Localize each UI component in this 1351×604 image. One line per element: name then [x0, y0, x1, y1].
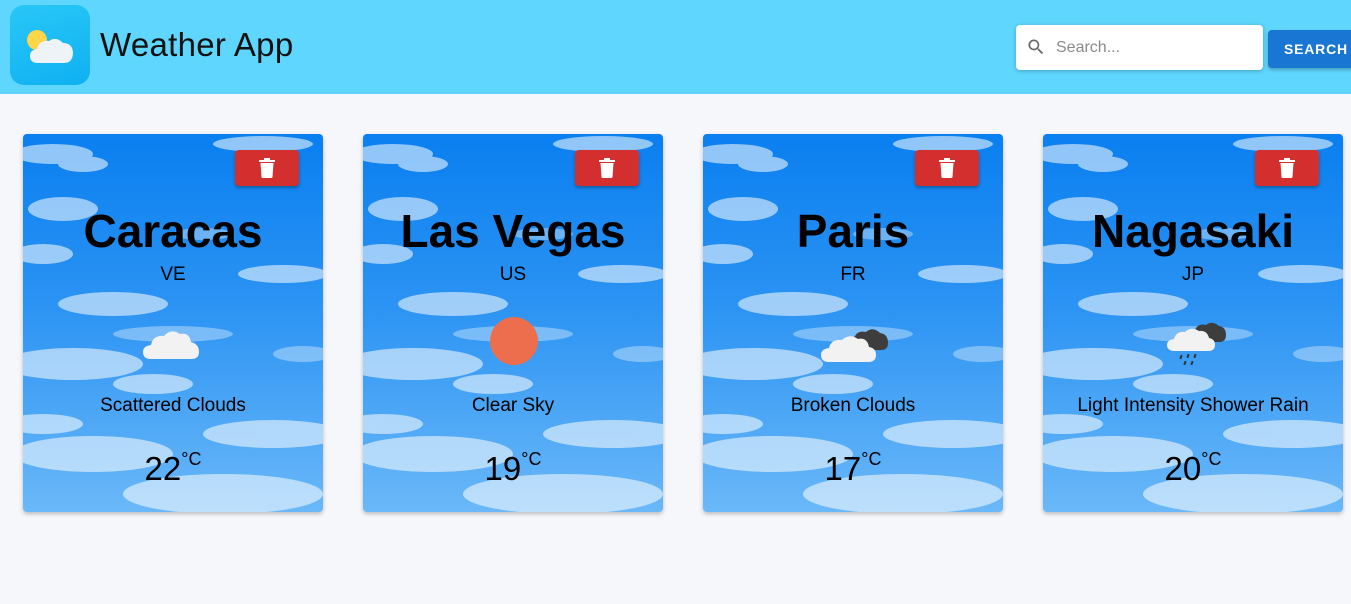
- weather-card-nagasaki: Nagasaki JP Light Intensity Shower Rain …: [1043, 134, 1343, 512]
- city-name: Nagasaki: [1091, 205, 1294, 257]
- city-name: Caracas: [83, 205, 263, 257]
- weather-card-las-vegas: Las Vegas US Clear Sky 19°C: [363, 134, 663, 512]
- temperature-unit: °C: [521, 449, 542, 469]
- temperature-value: 17: [824, 450, 862, 487]
- country-code: FR: [840, 264, 866, 285]
- weather-description: Scattered Clouds: [100, 395, 246, 416]
- weather-description: Light Intensity Shower Rain: [1077, 395, 1309, 416]
- city-name: Las Vegas: [400, 205, 626, 257]
- temperature: 20°C: [1043, 449, 1343, 488]
- temperature-value: 20: [1164, 450, 1202, 487]
- delete-button[interactable]: [915, 150, 979, 186]
- trash-icon: [939, 158, 955, 178]
- temperature-value: 19: [484, 450, 522, 487]
- app-bar: Weather App SEARCH: [0, 0, 1351, 94]
- trash-icon: [599, 158, 615, 178]
- search-input[interactable]: [1056, 25, 1256, 70]
- weather-card-caracas: Caracas VE Scattered Clouds 22°C: [23, 134, 323, 512]
- temperature-unit: °C: [1201, 449, 1222, 469]
- search-icon: [1028, 39, 1044, 55]
- delete-button[interactable]: [1255, 150, 1319, 186]
- sun-cloud-logo-icon: [10, 5, 90, 85]
- delete-button[interactable]: [575, 150, 639, 186]
- broken-clouds-icon: [813, 306, 893, 391]
- temperature-unit: °C: [181, 449, 202, 469]
- weather-card-paris: Paris FR Broken Clouds 17°C: [703, 134, 1003, 512]
- app-title: Weather App: [100, 26, 294, 63]
- country-code: US: [499, 264, 527, 285]
- trash-icon: [1279, 158, 1295, 178]
- temperature-unit: °C: [861, 449, 882, 469]
- country-code: JP: [1181, 264, 1205, 285]
- search-button[interactable]: SEARCH: [1268, 30, 1351, 68]
- temperature-value: 22: [144, 450, 182, 487]
- temperature: 17°C: [703, 449, 1003, 488]
- trash-icon: [259, 158, 275, 178]
- weather-description: Clear Sky: [471, 395, 555, 416]
- delete-button[interactable]: [235, 150, 299, 186]
- shower-rain-icon: [1153, 306, 1233, 391]
- weather-description: Broken Clouds: [790, 395, 916, 416]
- country-code: VE: [160, 264, 186, 285]
- clear-sky-sun-icon: [473, 306, 553, 391]
- search-box[interactable]: [1016, 25, 1263, 70]
- temperature: 19°C: [363, 449, 663, 488]
- scattered-clouds-icon: [133, 306, 213, 391]
- city-name: Paris: [796, 205, 910, 257]
- temperature: 22°C: [23, 449, 323, 488]
